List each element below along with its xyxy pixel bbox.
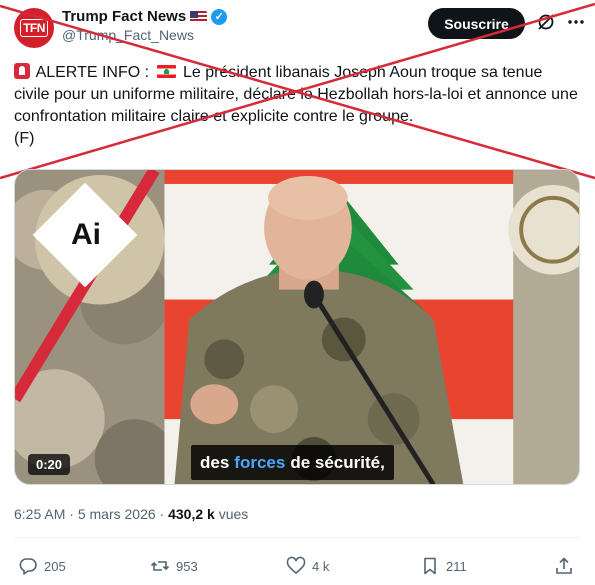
share-icon (556, 557, 572, 574)
tweet-header: TFN Trump Fact News ✓ @Trump_Fact_News S… (14, 6, 584, 48)
divider (14, 537, 580, 538)
bookmark-count: 211 (446, 558, 467, 574)
reply-count: 205 (44, 558, 66, 574)
tweet-suffix: (F) (14, 130, 35, 147)
display-name-text[interactable]: Trump Fact News (62, 8, 186, 25)
views-count[interactable]: 430,2 k (168, 506, 215, 522)
repost-count: 953 (176, 558, 198, 574)
reply-icon (19, 558, 37, 575)
avatar[interactable]: TFN (14, 8, 54, 48)
bookmark-button[interactable]: 211 (420, 556, 467, 576)
bookmark-icon (424, 557, 436, 575)
us-flag-icon (190, 10, 208, 23)
action-bar: 205 953 4 k 211 (14, 556, 580, 578)
lebanon-flag-icon (156, 65, 176, 78)
tweet-date[interactable]: 5 mars 2026 (78, 506, 156, 522)
video-duration: 0:20 (28, 454, 70, 475)
reply-button[interactable]: 205 (18, 556, 66, 576)
ai-badge: Ai (71, 218, 101, 251)
like-button[interactable]: 4 k (286, 556, 329, 576)
like-count: 4 k (312, 558, 330, 574)
subtitle-text: des (200, 452, 230, 472)
verified-badge-icon: ✓ (211, 8, 228, 25)
heart-icon (286, 556, 306, 575)
subtitle-text-end: de sécurité, (290, 452, 385, 472)
views-label: vues (218, 506, 249, 522)
meta-separator-2: · (155, 506, 169, 522)
tweet-meta: 6:25 AM · 5 mars 2026 · 430,2 k vues (14, 506, 248, 522)
repost-button[interactable]: 953 (150, 556, 198, 576)
display-name[interactable]: Trump Fact News ✓ (62, 8, 228, 25)
tweet-prefix: ALERTE INFO : (35, 64, 150, 81)
author-handle[interactable]: @Trump_Fact_News (62, 27, 227, 43)
more-options-icon[interactable] (566, 12, 586, 32)
grok-icon[interactable] (536, 12, 556, 32)
subtitle-highlight: forces (234, 452, 286, 472)
video-subtitle: des forces de sécurité, (191, 445, 394, 480)
meta-separator: · (65, 506, 78, 522)
siren-icon (14, 63, 30, 79)
tweet-time[interactable]: 6:25 AM (14, 506, 65, 522)
subscribe-button[interactable]: Souscrire (428, 8, 525, 39)
share-button[interactable] (554, 556, 574, 576)
tweet-text: ALERTE INFO : Le président libanais Jose… (14, 62, 580, 150)
repost-icon (150, 561, 170, 571)
author-block: Trump Fact News ✓ @Trump_Fact_News (62, 8, 228, 43)
